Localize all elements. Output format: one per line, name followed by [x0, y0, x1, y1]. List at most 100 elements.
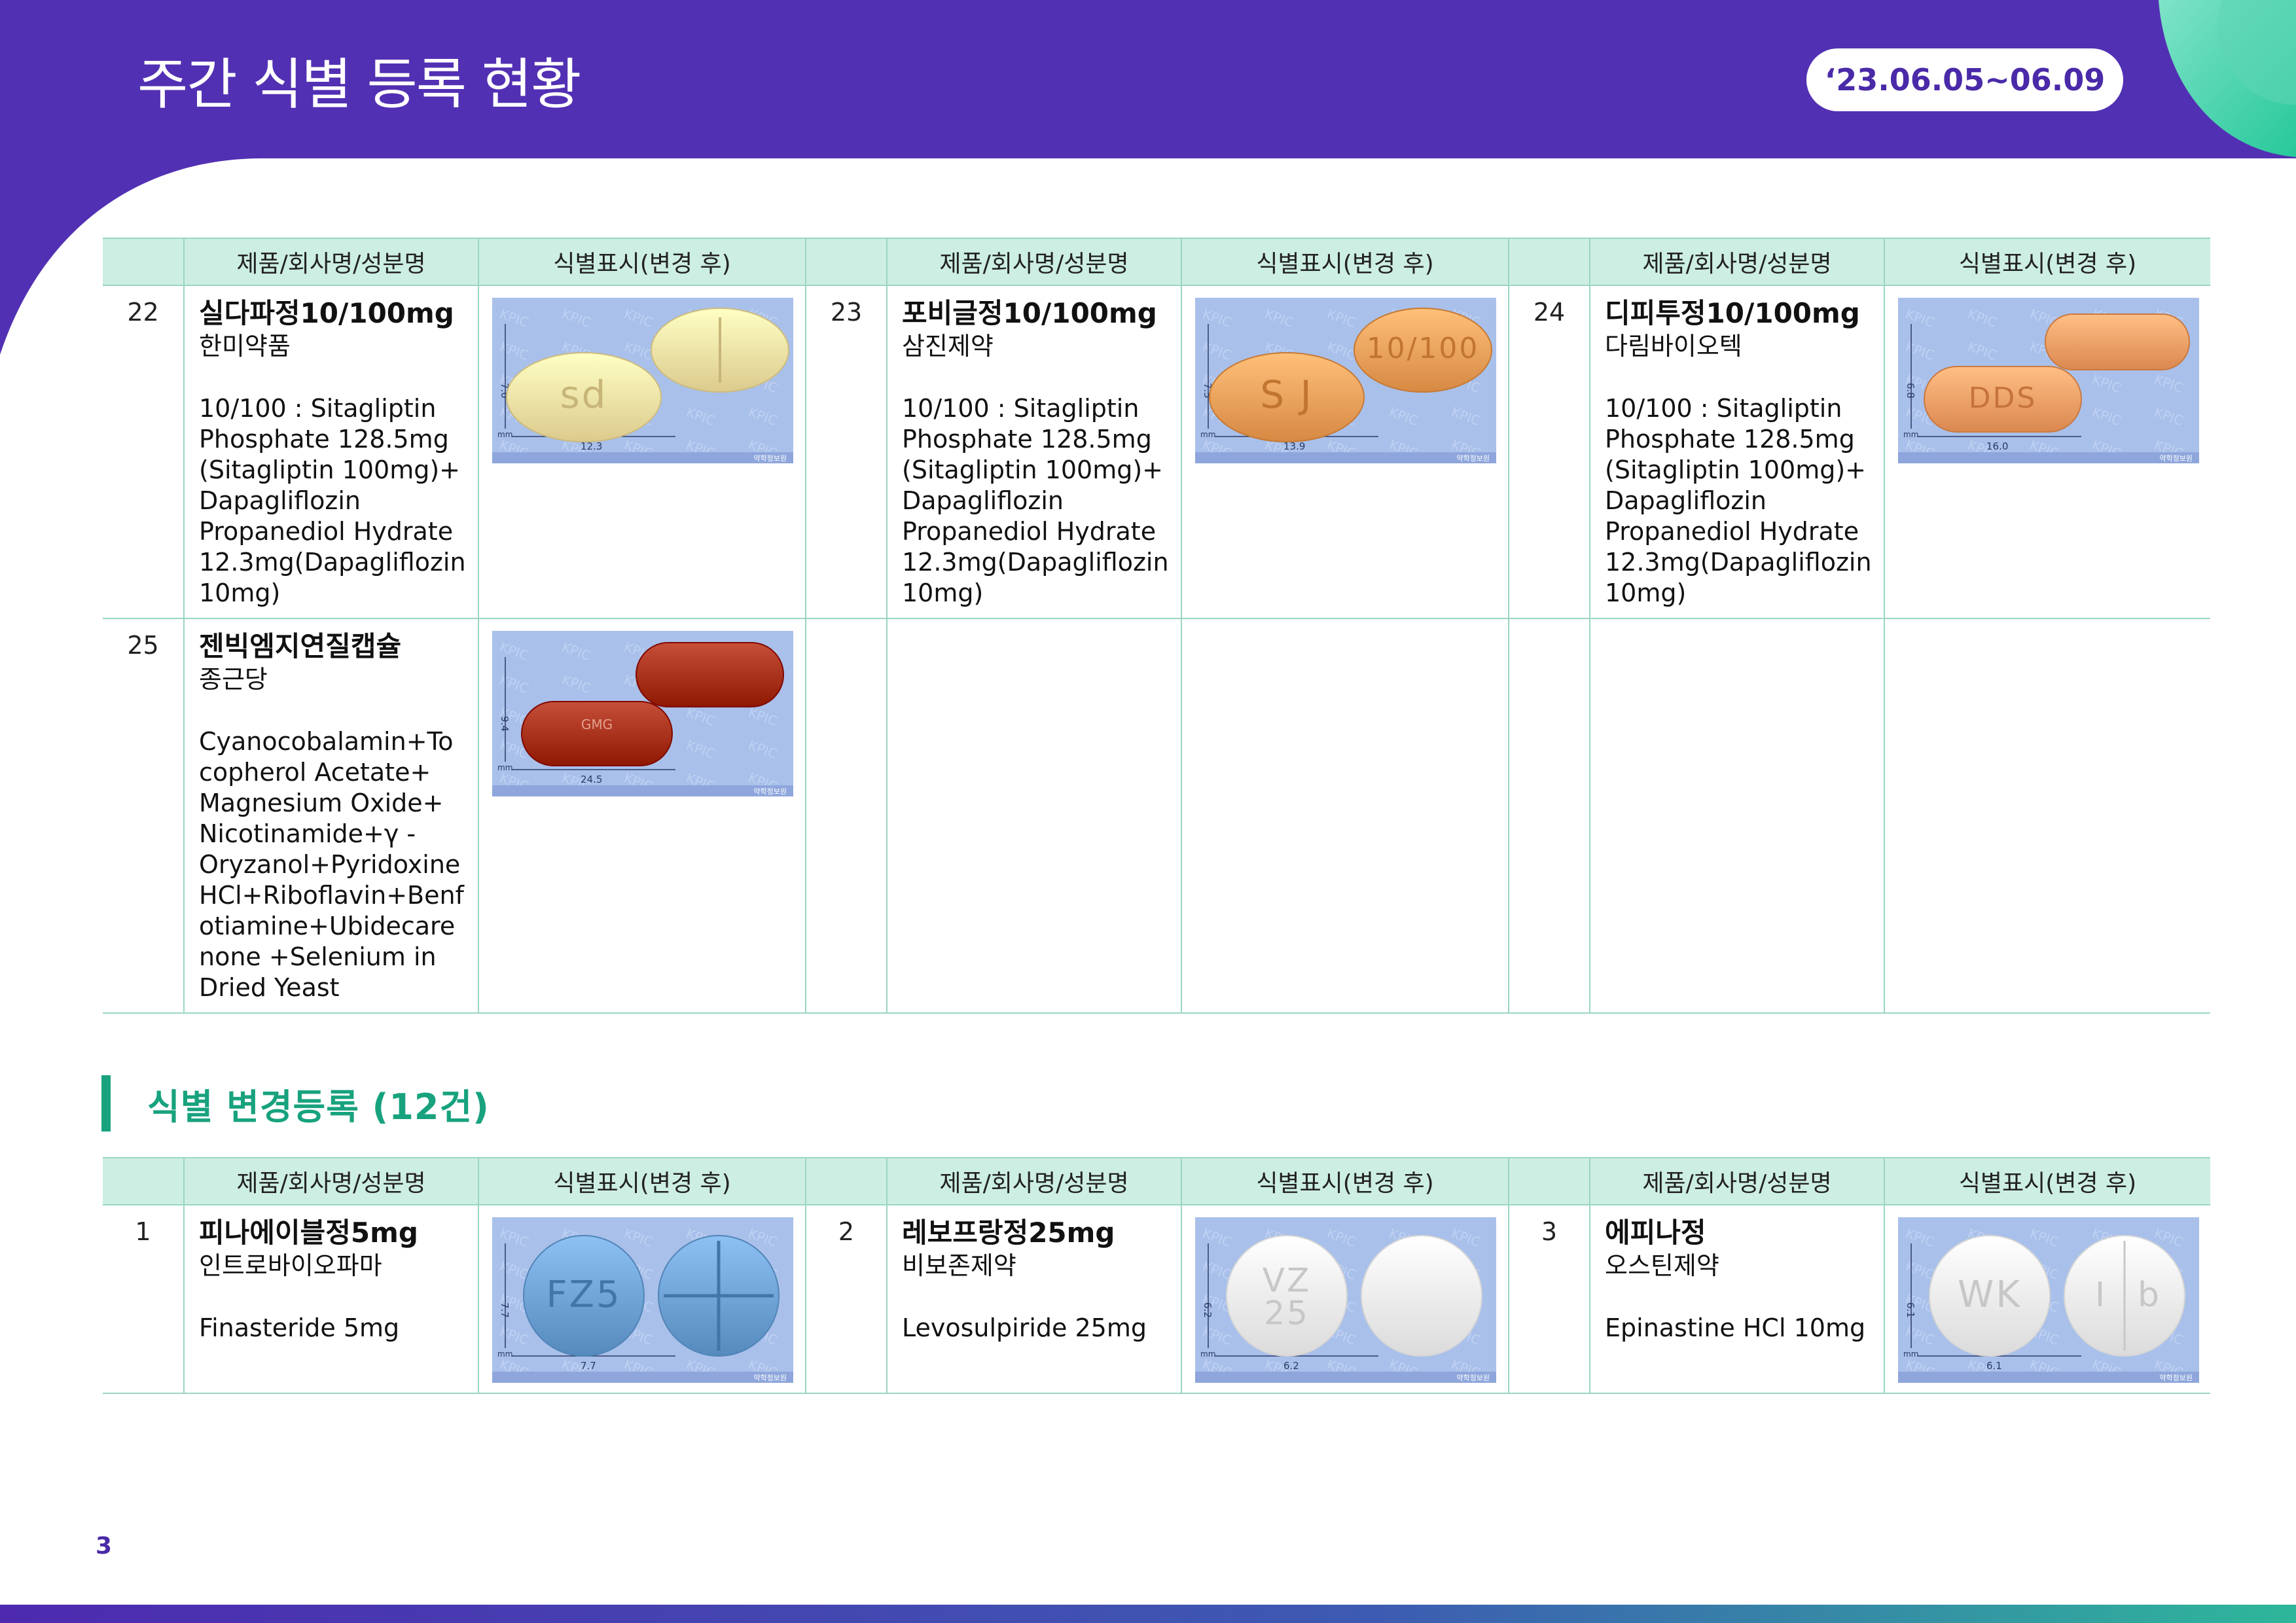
front-imprint: 25: [1264, 1294, 1310, 1332]
width-label: 24.5: [581, 774, 602, 785]
empty-cell: [805, 618, 888, 1014]
empty-cell: [886, 618, 1182, 1014]
pill-back: [1361, 1235, 1482, 1357]
header-marking: 식별표시(변경 후): [478, 1157, 806, 1205]
product-info: 포비글정10/100mg 삼진제약 10/100 : Sitagliptin P…: [886, 285, 1182, 619]
back-imprint: b: [2138, 1275, 2161, 1315]
width-label: 7.7: [581, 1360, 596, 1372]
front-imprint: GMG: [581, 717, 613, 732]
product-info: 레보프랑정25mg 비보존제약 Levosulpiride 25mg: [886, 1204, 1182, 1394]
company-name: 다림바이오텍: [1605, 332, 1742, 361]
marking-image-cell: KPIC KPIC KPIC KPIC KPIC KPIC KPIC KPIC KPIC KPIC…: [478, 1204, 806, 1394]
header-marking: 식별표시(변경 후): [1181, 238, 1509, 286]
marking-image-cell: KPIC KPIC KPIC KPIC KPIC KPIC KPIC KPIC KPIC KPIC…: [1884, 1204, 2210, 1394]
date-range-badge: ‘23.06.05~06.09: [1806, 48, 2123, 111]
back-imprint: 10/100: [1367, 332, 1480, 365]
product-info: 피나에이블정5mg 인트로바이오파마 Finasteride 5mg: [183, 1204, 479, 1394]
empty-cell: [1508, 618, 1590, 1014]
header-blank: [1508, 1157, 1590, 1205]
credit-bar: [1195, 452, 1496, 463]
ingredients: Levosulpiride 25mg: [902, 1313, 1147, 1342]
credit-text: 약학정보원: [2159, 1373, 2193, 1382]
pill-back: [2045, 313, 2190, 370]
credit-text: 약학정보원: [753, 1373, 787, 1382]
empty-cell: [1181, 618, 1509, 1014]
pill-image: KPICKPICKPICKPICKPICKPICKPICKPICKPICKPIC…: [1898, 298, 2199, 463]
pill-image: KPICKPICKPICKPICKPICKPICKPICKPICKPICKPIC…: [492, 298, 793, 463]
header-product: 제품/회사명/성분명: [886, 1157, 1182, 1205]
product-info: 디피투정10/100mg 다림바이오텍 10/100 : Sitagliptin…: [1589, 285, 1885, 619]
header-blank: [805, 1157, 888, 1205]
ingredients: 10/100 : Sitagliptin Phosphate 128.5mg (…: [902, 394, 1169, 607]
corner-accent-decoration: [2159, 0, 2296, 157]
page-number: 3: [96, 1533, 113, 1560]
credit-bar: [492, 1372, 793, 1383]
product-name: 디피투정10/100mg: [1605, 297, 1860, 329]
front-imprint: sd: [560, 372, 607, 417]
table-row: 1 피나에이블정5mg 인트로바이오파마 Finasteride 5mg KPI…: [103, 1204, 2210, 1394]
front-imprint: S J: [1260, 372, 1313, 417]
ingredients: 10/100 : Sitagliptin Phosphate 128.5mg (…: [1605, 394, 1872, 607]
company-name: 삼진제약: [902, 332, 994, 361]
width-label: 6.2: [1283, 1360, 1299, 1372]
pill-back: [636, 642, 784, 707]
credit-text: 약학정보원: [753, 787, 787, 796]
header-product: 제품/회사명/성분명: [1589, 1157, 1885, 1205]
unit-label: mm: [1200, 430, 1215, 439]
credit-bar: [1898, 452, 2199, 463]
pill-front: [521, 701, 673, 766]
credit-bar: [1195, 1372, 1496, 1383]
header-blank: [1508, 238, 1590, 286]
unit-label: mm: [497, 763, 512, 772]
back-imprint: I: [2095, 1275, 2107, 1315]
row-number: 2: [805, 1204, 888, 1394]
table-header-row: 제품/회사명/성분명 식별표시(변경 후) 제품/회사명/성분명 식별표시(변경…: [103, 238, 2210, 286]
header-product: 제품/회사명/성분명: [1589, 238, 1885, 286]
marking-image-cell: KPIC KPIC KPIC KPIC KPIC KPIC KPIC KPIC KPIC KPIC…: [478, 618, 806, 1014]
header-marking: 식별표시(변경 후): [1884, 1157, 2210, 1205]
table-row: 22 실다파정10/100mg 한미약품 10/100 : Sitaglipti…: [103, 285, 2210, 619]
front-imprint: DDS: [1969, 382, 2037, 415]
credit-text: 약학정보원: [1456, 454, 1490, 463]
empty-cell: [1589, 618, 1885, 1014]
width-label: 16.0: [1986, 440, 2008, 452]
marking-image-cell: KPIC KPIC KPIC KPIC KPIC KPIC KPIC KPIC KPIC KPIC…: [1181, 1204, 1509, 1394]
credit-text: 약학정보원: [753, 454, 787, 463]
row-number: 3: [1508, 1204, 1590, 1394]
product-name: 피나에이블정5mg: [199, 1217, 418, 1249]
company-name: 종근당: [199, 665, 268, 694]
height-label: 6.2: [1202, 1302, 1213, 1318]
width-label: 6.1: [1986, 1360, 2002, 1372]
table-row: 25 젠빅엠지연질캡슐 종근당 Cyanocobalamin+Tocophero…: [103, 618, 2210, 1014]
header-blank: [103, 238, 185, 286]
header-product: 제품/회사명/성분명: [183, 238, 479, 286]
credit-bar: [1898, 1372, 2199, 1383]
section-title: 식별 변경등록 (12건): [147, 1086, 490, 1128]
footer-gradient-bar: [0, 1605, 2296, 1623]
product-info: 젠빅엠지연질캡슐 종근당 Cyanocobalamin+Tocopherol A…: [183, 618, 479, 1014]
product-name: 레보프랑정25mg: [902, 1217, 1115, 1249]
unit-label: mm: [497, 430, 512, 439]
credit-text: 약학정보원: [1456, 1373, 1490, 1382]
ingredients: Cyanocobalamin+Tocopherol Acetate+ Magne…: [199, 727, 464, 1002]
change-registration-table: 제품/회사명/성분명 식별표시(변경 후) 제품/회사명/성분명 식별표시(변경…: [103, 1157, 2210, 1394]
row-number: 24: [1508, 285, 1590, 619]
ingredients: Finasteride 5mg: [199, 1313, 400, 1342]
unit-label: mm: [1200, 1349, 1215, 1359]
header-marking: 식별표시(변경 후): [478, 238, 806, 286]
new-registration-table: 제품/회사명/성분명 식별표시(변경 후) 제품/회사명/성분명 식별표시(변경…: [103, 238, 2210, 1014]
ingredients: Epinastine HCl 10mg: [1605, 1313, 1866, 1342]
row-number: 23: [805, 285, 888, 619]
marking-image-cell: KPIC KPIC KPIC KPIC KPIC KPIC KPIC KPIC KPIC KPIC…: [1181, 285, 1509, 619]
pill-image: KPICKPICKPICKPICKPICKPICKPICKPICKPICKPIC…: [1195, 1217, 1496, 1383]
section-accent-bar: [101, 1075, 111, 1132]
header-marking: 식별표시(변경 후): [1884, 238, 2210, 286]
unit-label: mm: [1903, 1349, 1918, 1359]
product-info: 에피나정 오스틴제약 Epinastine HCl 10mg: [1589, 1204, 1885, 1394]
height-label: 7.7: [499, 1302, 511, 1318]
product-info: 실다파정10/100mg 한미약품 10/100 : Sitagliptin P…: [183, 285, 479, 619]
section-heading: 식별 변경등록 (12건): [101, 1075, 490, 1132]
header-blank: [103, 1157, 185, 1205]
credit-bar: [492, 785, 793, 796]
credit-text: 약학정보원: [2159, 454, 2193, 463]
